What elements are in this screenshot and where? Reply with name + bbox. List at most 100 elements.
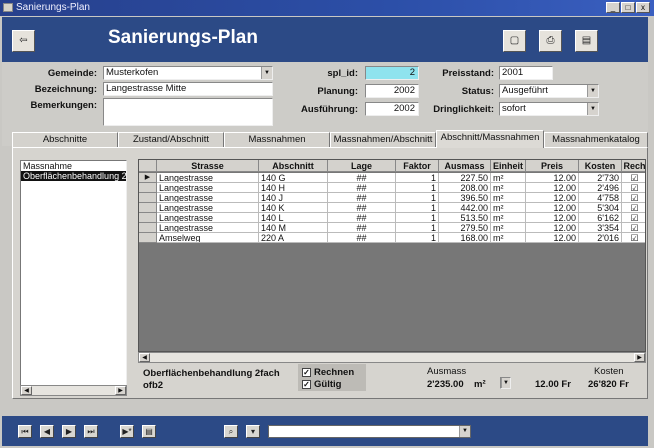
column-header[interactable]: Abschnitt xyxy=(259,160,328,172)
table-row[interactable]: Langestrasse 140 M __ ## __ 1 279.50 m² 12.00 3… xyxy=(139,223,645,233)
last-record-icon[interactable]: ⏭ xyxy=(84,425,98,438)
column-header[interactable]: Preis xyxy=(526,160,579,172)
preisstand-field[interactable]: 2001 xyxy=(499,66,553,80)
table-cell[interactable]: Langestrasse xyxy=(157,203,259,213)
tab-abschnitt-massnahmen[interactable]: Abschnitt/Massnahmen xyxy=(436,130,544,148)
gueltig-check-icon[interactable]: ✓ xyxy=(302,379,311,389)
table-cell[interactable]: Amselweg xyxy=(157,233,259,243)
table-cell[interactable]: 6'162 xyxy=(579,213,622,223)
table-cell[interactable]: 4'758 xyxy=(579,193,622,203)
table-cell[interactable]: 12.00 xyxy=(526,223,579,233)
minimize-icon[interactable]: _ xyxy=(606,2,620,13)
tab-abschnitte[interactable]: Abschnitte xyxy=(12,132,118,148)
table-cell[interactable]: m² xyxy=(491,213,526,223)
tab-massnahmenkatalog[interactable]: Massnahmenkatalog xyxy=(544,132,648,148)
scroll-right-icon[interactable]: ▶ xyxy=(115,386,126,395)
table-cell[interactable]: Langestrasse xyxy=(157,193,259,203)
table-cell[interactable]: ☑ xyxy=(622,223,645,233)
next-record-icon[interactable]: ▶ xyxy=(62,425,76,438)
table-cell[interactable]: 2'730 xyxy=(579,173,622,183)
table-cell[interactable]: 1 xyxy=(396,203,439,213)
gemeinde-select[interactable]: Musterkofen ▼ xyxy=(103,66,273,80)
record-selector[interactable] xyxy=(139,223,157,233)
table-cell[interactable]: 140 H xyxy=(259,183,328,193)
chevron-down-icon[interactable]: ▼ xyxy=(587,85,598,97)
table-cell[interactable]: m² xyxy=(491,203,526,213)
table-cell[interactable]: 513.50 xyxy=(439,213,491,223)
table-cell[interactable]: 12.00 xyxy=(526,183,579,193)
find-icon[interactable]: ⌕ xyxy=(224,425,238,438)
status-select[interactable]: Ausgeführt ▼ xyxy=(499,84,599,98)
scroll-left-icon[interactable]: ◀ xyxy=(21,386,32,395)
list-item[interactable]: Oberflächenbehandlung 2 xyxy=(21,171,126,181)
table-cell[interactable]: Langestrasse xyxy=(157,223,259,233)
table-cell[interactable]: __ ## __ xyxy=(328,233,396,243)
table-row[interactable]: Langestrasse 140 J __ ## __ 1 396.50 m² 12.00 4… xyxy=(139,193,645,203)
table-cell[interactable]: 12.00 xyxy=(526,193,579,203)
table-row[interactable]: Langestrasse 140 H __ ## __ 1 208.00 m² 12.00 2… xyxy=(139,183,645,193)
table-cell[interactable]: 1 xyxy=(396,193,439,203)
table-cell[interactable]: 442.00 xyxy=(439,203,491,213)
table-cell[interactable]: __ ## __ xyxy=(328,183,396,193)
exit-icon[interactable]: ⇦ xyxy=(12,30,35,52)
table-cell[interactable]: 5'304 xyxy=(579,203,622,213)
column-header[interactable]: Ausmass xyxy=(439,160,491,172)
einheit-dropdown[interactable]: ▼ xyxy=(500,377,511,389)
table-cell[interactable]: ☑ xyxy=(622,183,645,193)
filter-icon[interactable]: ▾ xyxy=(246,425,260,438)
report-icon[interactable]: ▤ xyxy=(575,30,598,52)
table-cell[interactable]: 140 M xyxy=(259,223,328,233)
grid-hscrollbar[interactable]: ◀ ▶ xyxy=(138,352,646,363)
table-row[interactable]: Langestrasse 140 L __ ## __ 1 513.50 m² 12.00 6… xyxy=(139,213,645,223)
close-icon[interactable]: x xyxy=(636,2,650,13)
form-view-icon[interactable]: ▤ xyxy=(142,425,156,438)
table-cell[interactable]: 140 J xyxy=(259,193,328,203)
table-cell[interactable]: 12.00 xyxy=(526,233,579,243)
table-cell[interactable]: 279.50 xyxy=(439,223,491,233)
table-cell[interactable]: __ ## __ xyxy=(328,193,396,203)
first-record-icon[interactable]: ⏮ xyxy=(18,425,32,438)
table-cell[interactable]: 168.00 xyxy=(439,233,491,243)
table-cell[interactable]: m² xyxy=(491,173,526,183)
record-selector[interactable] xyxy=(139,203,157,213)
table-cell[interactable]: m² xyxy=(491,223,526,233)
scroll-right-icon[interactable]: ▶ xyxy=(634,353,645,362)
column-header[interactable]: Kosten xyxy=(579,160,622,172)
print-icon[interactable]: ⎙ xyxy=(539,30,562,52)
print-preview-icon[interactable]: ▢ xyxy=(503,30,526,52)
table-cell[interactable]: 2'496 xyxy=(579,183,622,193)
table-cell[interactable]: 220 A xyxy=(259,233,328,243)
table-cell[interactable]: 1 xyxy=(396,173,439,183)
column-header[interactable]: Rech xyxy=(622,160,645,172)
table-cell[interactable]: Langestrasse xyxy=(157,173,259,183)
tab-massnahmen-abschnitt[interactable]: Massnahmen/Abschnitt xyxy=(330,132,436,148)
record-selector[interactable] xyxy=(139,193,157,203)
ausfuehrung-field[interactable]: 2002 xyxy=(365,102,419,116)
navigation-search-field[interactable]: ▼ xyxy=(268,425,471,438)
table-cell[interactable]: m² xyxy=(491,193,526,203)
rechnen-check-icon[interactable]: ✓ xyxy=(302,367,311,377)
gueltig-checkbox[interactable]: ✓ Gültig xyxy=(302,379,341,390)
rechnen-checkbox[interactable]: ✓ Rechnen xyxy=(302,367,354,378)
table-cell[interactable]: Langestrasse xyxy=(157,213,259,223)
tab-massnahmen[interactable]: Massnahmen xyxy=(224,132,330,148)
massnahme-listbox[interactable]: Massnahme Oberflächenbehandlung 2 xyxy=(20,160,127,396)
table-cell[interactable]: m² xyxy=(491,183,526,193)
record-selector[interactable]: ▶ xyxy=(139,173,157,183)
table-cell[interactable]: ☑ xyxy=(622,193,645,203)
bemerkungen-field[interactable] xyxy=(103,98,273,126)
record-selector[interactable] xyxy=(139,233,157,243)
spl-id-field[interactable]: 2 xyxy=(365,66,419,80)
scroll-left-icon[interactable]: ◀ xyxy=(139,353,150,362)
chevron-down-icon[interactable]: ▼ xyxy=(459,426,470,437)
table-cell[interactable]: 12.00 xyxy=(526,203,579,213)
new-record-icon[interactable]: ▶* xyxy=(120,425,134,438)
table-cell[interactable]: __ ## __ xyxy=(328,173,396,183)
bezeichnung-field[interactable]: Langestrasse Mitte xyxy=(103,82,273,96)
table-cell[interactable]: __ ## __ xyxy=(328,213,396,223)
chevron-down-icon[interactable]: ▼ xyxy=(501,378,510,388)
table-cell[interactable]: 12.00 xyxy=(526,213,579,223)
column-header[interactable]: Faktor xyxy=(396,160,439,172)
column-header[interactable]: Strasse xyxy=(157,160,259,172)
table-cell[interactable]: 1 xyxy=(396,233,439,243)
